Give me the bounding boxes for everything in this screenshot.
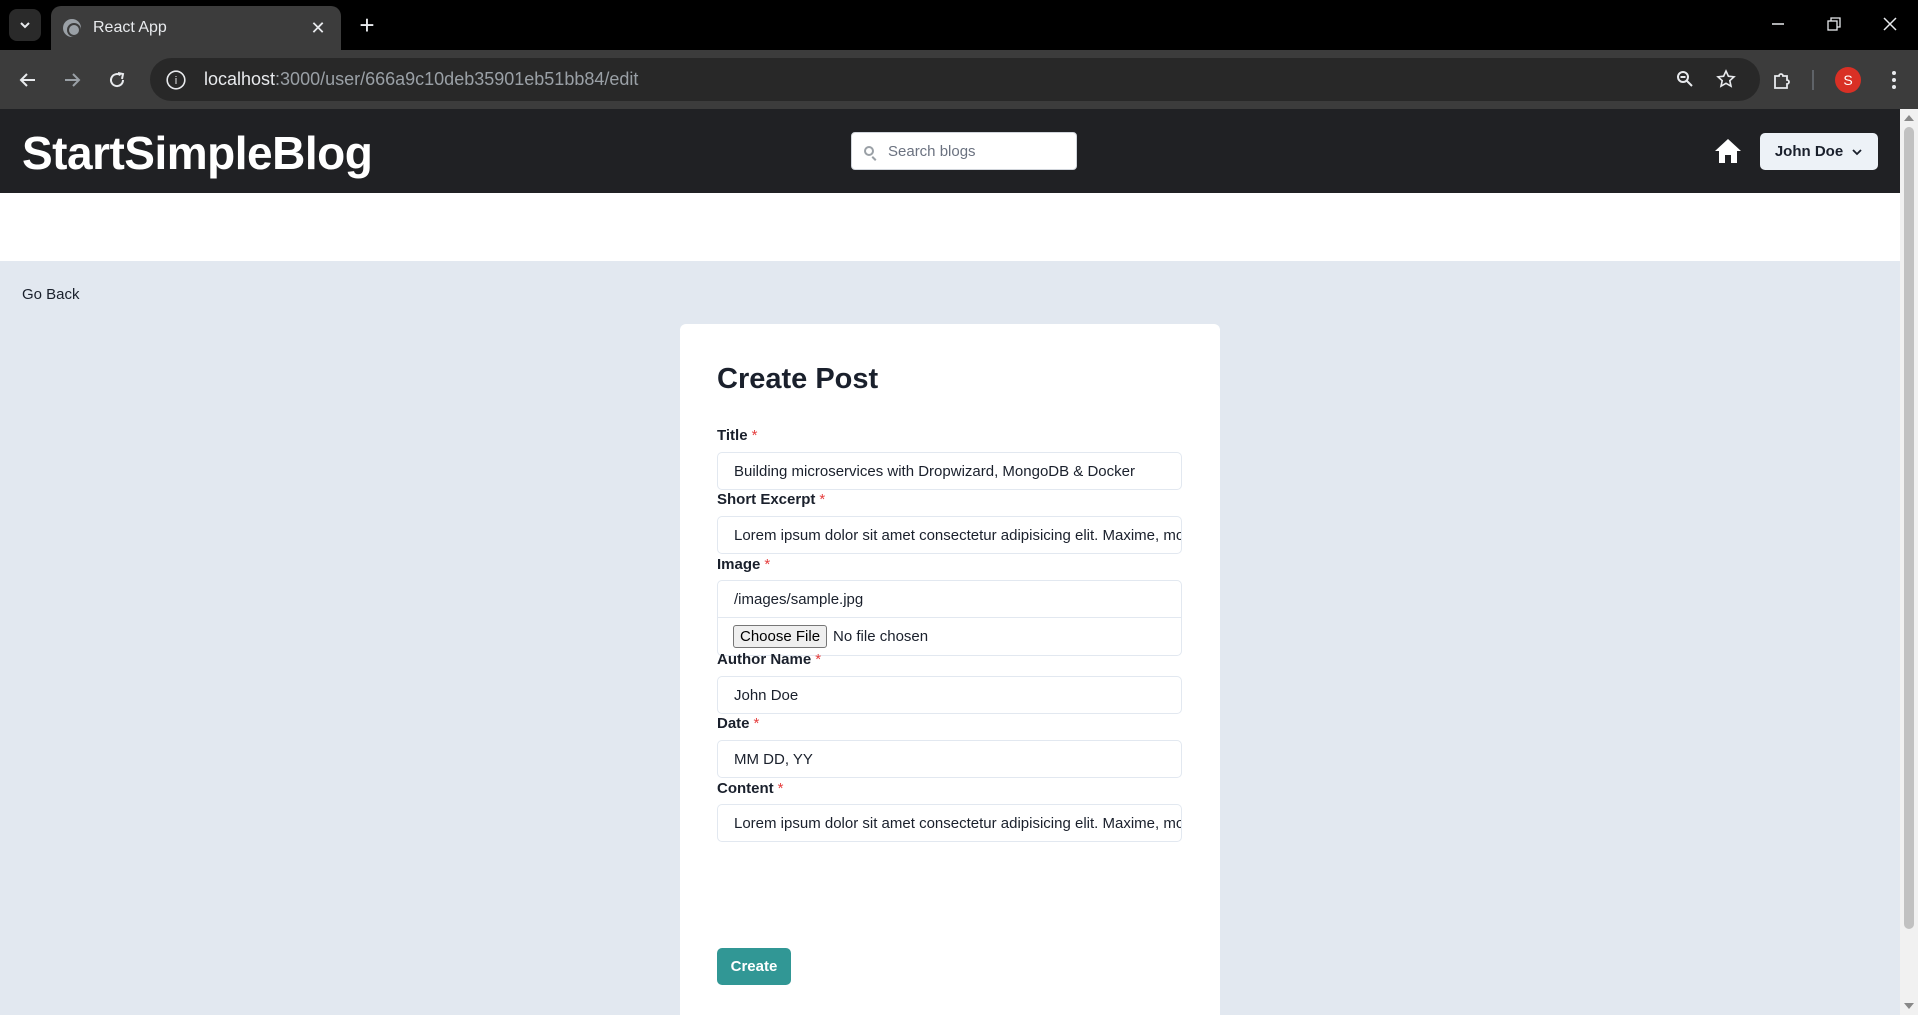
scroll-up-arrow[interactable] (1904, 115, 1914, 121)
tab-search-button[interactable] (9, 9, 41, 41)
tab-title: React App (93, 19, 167, 36)
close-tab-icon[interactable]: ✕ (307, 18, 329, 39)
search-input[interactable] (888, 142, 1058, 160)
image-url-input[interactable]: /images/sample.jpg (717, 580, 1182, 618)
toolbar-separator (1812, 70, 1814, 90)
browser-menu-button[interactable] (1876, 62, 1912, 98)
restore-icon (1827, 17, 1841, 31)
browser-tab-bar: React App ✕ + (0, 0, 1918, 50)
address-bar[interactable]: i localhost:3000/user/666a9c10deb35901eb… (150, 58, 1760, 101)
title-input[interactable]: Building microservices with Dropwizard, … (717, 452, 1182, 490)
url-path: :3000/user/666a9c10deb35901eb51bb84/edit (275, 69, 639, 89)
reload-icon (110, 72, 125, 88)
required-mark: * (764, 556, 771, 573)
url-text[interactable]: localhost:3000/user/666a9c10deb35901eb51… (204, 69, 638, 90)
content-label: Content * (717, 780, 784, 797)
user-menu-label: John Doe (1774, 143, 1844, 160)
sub-header-bar (0, 193, 1900, 261)
globe-icon (63, 19, 81, 37)
back-arrow-icon (19, 73, 35, 87)
profile-avatar[interactable]: S (1835, 67, 1861, 93)
extensions-button[interactable] (1764, 62, 1800, 98)
new-tab-button[interactable]: + (352, 10, 382, 40)
minimize-icon (1772, 23, 1784, 25)
title-label-text: Title (717, 427, 748, 444)
create-post-card: Create Post Title * Building microservice… (680, 324, 1220, 1015)
image-label: Image * (717, 556, 770, 573)
required-mark: * (777, 780, 784, 797)
chevron-down-icon (20, 22, 30, 29)
user-menu-button[interactable]: John Doe (1760, 133, 1878, 170)
site-header: StartSimpleBlog John Doe (0, 109, 1900, 193)
search-icon (864, 146, 874, 156)
date-label-text: Date (717, 715, 750, 732)
form-title: Create Post (717, 363, 879, 395)
minimize-button[interactable] (1758, 8, 1798, 40)
short-excerpt-input[interactable]: Lorem ipsum dolor sit amet consectetur a… (717, 516, 1182, 554)
scrollbar-thumb[interactable] (1904, 127, 1914, 929)
date-input[interactable]: MM DD, YY (717, 740, 1182, 778)
search-box[interactable] (851, 132, 1077, 170)
forward-arrow-icon (65, 73, 81, 87)
go-back-link[interactable]: Go Back (22, 286, 80, 303)
date-label: Date * (717, 715, 759, 732)
browser-toolbar: i localhost:3000/user/666a9c10deb35901eb… (0, 50, 1918, 109)
back-button[interactable] (10, 62, 46, 98)
required-mark: * (751, 427, 758, 444)
page-viewport: StartSimpleBlog John Doe Go Back Create … (0, 109, 1900, 1015)
required-mark: * (815, 651, 822, 668)
title-label: Title * (717, 427, 757, 444)
short-excerpt-label-text: Short Excerpt (717, 491, 816, 508)
url-host: localhost (204, 69, 276, 89)
file-status: No file chosen (833, 628, 929, 645)
author-name-label: Author Name * (717, 651, 821, 668)
home-button[interactable] (1710, 133, 1746, 169)
page-scrollbar[interactable] (1900, 109, 1918, 1015)
close-icon (1883, 17, 1897, 31)
close-window-button[interactable] (1870, 8, 1910, 40)
more-vertical-icon (1892, 71, 1896, 89)
image-label-text: Image (717, 556, 761, 573)
reload-button[interactable] (99, 62, 135, 98)
chevron-down-icon (1852, 148, 1862, 155)
create-button[interactable]: Create (717, 948, 791, 985)
scroll-down-arrow[interactable] (1904, 1003, 1914, 1009)
content-input[interactable]: Lorem ipsum dolor sit amet consectetur a… (717, 804, 1182, 842)
content-label-text: Content (717, 780, 774, 797)
forward-button[interactable] (54, 62, 90, 98)
choose-file-button[interactable]: Choose File (733, 625, 828, 648)
site-info-icon[interactable]: i (166, 69, 186, 90)
home-icon (1715, 139, 1741, 163)
restore-button[interactable] (1814, 8, 1854, 40)
zoom-icon[interactable] (1670, 64, 1700, 94)
author-name-input[interactable]: John Doe (717, 676, 1182, 714)
required-mark: * (753, 715, 760, 732)
browser-tab[interactable]: React App ✕ (51, 6, 341, 50)
required-mark: * (819, 491, 826, 508)
short-excerpt-label: Short Excerpt * (717, 491, 825, 508)
site-logo[interactable]: StartSimpleBlog (22, 126, 373, 180)
puzzle-icon (1774, 73, 1790, 89)
author-name-label-text: Author Name (717, 651, 812, 668)
bookmark-star-icon[interactable] (1711, 64, 1741, 94)
